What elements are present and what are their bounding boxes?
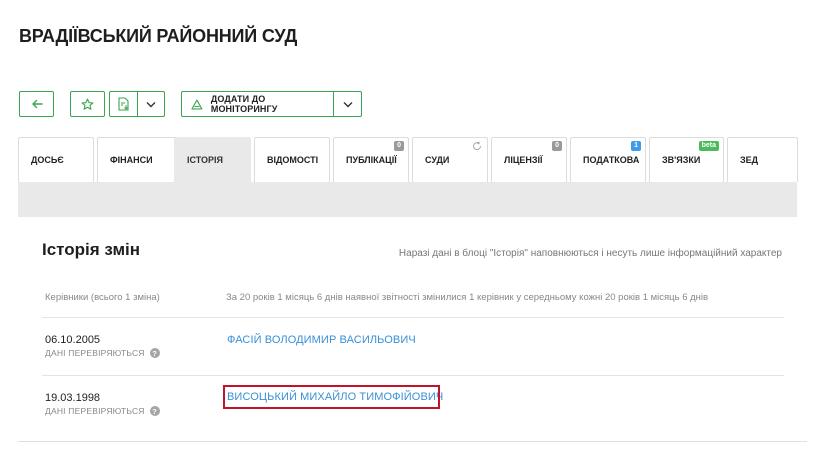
- row-date: 06.10.2005: [45, 334, 101, 346]
- monitor-dropdown[interactable]: [334, 92, 361, 116]
- tab-label: ЗЕД: [740, 155, 759, 165]
- divider: [42, 375, 784, 376]
- tab-records[interactable]: ВІДОМОСТІ: [254, 137, 330, 182]
- favorite-button[interactable]: [70, 91, 105, 117]
- tab-courts[interactable]: СУДИ: [412, 137, 488, 182]
- count-badge: 0: [552, 141, 562, 151]
- column-header-summary: За 20 років 1 місяць 6 днів наявної звіт…: [226, 292, 709, 303]
- export-button[interactable]: [109, 91, 165, 117]
- chevron-down-icon: [343, 101, 352, 107]
- tab-label: СУДИ: [425, 155, 450, 165]
- arrow-left-icon: [31, 99, 43, 109]
- page-title: ВРАДІЇВСЬКИЙ РАЙОННИЙ СУД: [19, 26, 298, 46]
- row-date: 19.03.1998: [45, 392, 101, 404]
- manager-link[interactable]: ФАСІЙ ВОЛОДИМИР ВАСИЛЬОВИЧ: [227, 334, 416, 346]
- tab-label: ФІНАНСИ: [110, 155, 153, 165]
- tab-foreign-trade[interactable]: ЗЕД: [727, 137, 798, 182]
- count-badge: 1: [631, 141, 641, 151]
- help-icon[interactable]: ?: [149, 348, 160, 358]
- tab-label: ДОСЬЄ: [31, 155, 64, 165]
- status-text: ДАНІ ПЕРЕВІРЯЮТЬСЯ: [45, 348, 145, 358]
- tab-label: ПУБЛІКАЦІЇ: [346, 155, 397, 165]
- tab-label: ЗВ'ЯЗКИ: [662, 155, 701, 165]
- tab-publications[interactable]: ПУБЛІКАЦІЇ 0: [333, 137, 409, 182]
- highlight-box: [223, 385, 440, 409]
- refresh-icon: [473, 141, 482, 151]
- tab-dossier[interactable]: ДОСЬЄ: [18, 137, 94, 182]
- count-badge: 0: [394, 141, 404, 151]
- document-download-icon: [118, 97, 129, 111]
- column-header-managers: Керівники (всього 1 зміна): [45, 292, 160, 303]
- tab-tax[interactable]: ПОДАТКОВА 1: [570, 137, 646, 182]
- export-dropdown[interactable]: [137, 92, 164, 116]
- tab-label: ВІДОМОСТІ: [267, 155, 319, 165]
- row-status: ДАНІ ПЕРЕВІРЯЮТЬСЯ ?: [45, 348, 160, 358]
- star-icon: [81, 98, 94, 110]
- tab-history[interactable]: ІСТОРІЯ: [174, 137, 251, 182]
- tab-bar: ДОСЬЄ ФІНАНСИ ІСТОРІЯ ВІДОМОСТІ ПУБЛІКАЦ…: [18, 137, 798, 182]
- tab-label: ЛІЦЕНЗІЇ: [504, 155, 543, 165]
- tab-licenses[interactable]: ЛІЦЕНЗІЇ 0: [491, 137, 567, 182]
- monitoring-icon: [191, 99, 203, 109]
- beta-badge: beta: [698, 141, 719, 151]
- tab-label: ПОДАТКОВА: [583, 155, 640, 165]
- info-note: Наразі дані в блоці "Історія" наповнюють…: [398, 248, 782, 259]
- tab-connections[interactable]: ЗВ'ЯЗКИ beta: [649, 137, 724, 182]
- export-main[interactable]: [110, 92, 137, 116]
- status-text: ДАНІ ПЕРЕВІРЯЮТЬСЯ: [45, 406, 145, 416]
- divider: [18, 441, 807, 442]
- monitor-main[interactable]: ДОДАТИ ДО МОНІТОРИНГУ: [182, 92, 333, 116]
- divider: [42, 317, 784, 318]
- add-to-monitoring-button[interactable]: ДОДАТИ ДО МОНІТОРИНГУ: [181, 91, 362, 117]
- tab-content-strip: [18, 182, 797, 217]
- chevron-down-icon: [146, 101, 156, 107]
- help-icon[interactable]: ?: [149, 406, 160, 416]
- section-title: Історія змін: [42, 240, 141, 259]
- tab-label: ІСТОРІЯ: [187, 155, 224, 165]
- row-status: ДАНІ ПЕРЕВІРЯЮТЬСЯ ?: [45, 406, 160, 416]
- monitor-label: ДОДАТИ ДО МОНІТОРИНГУ: [210, 94, 278, 114]
- back-button[interactable]: [19, 91, 54, 117]
